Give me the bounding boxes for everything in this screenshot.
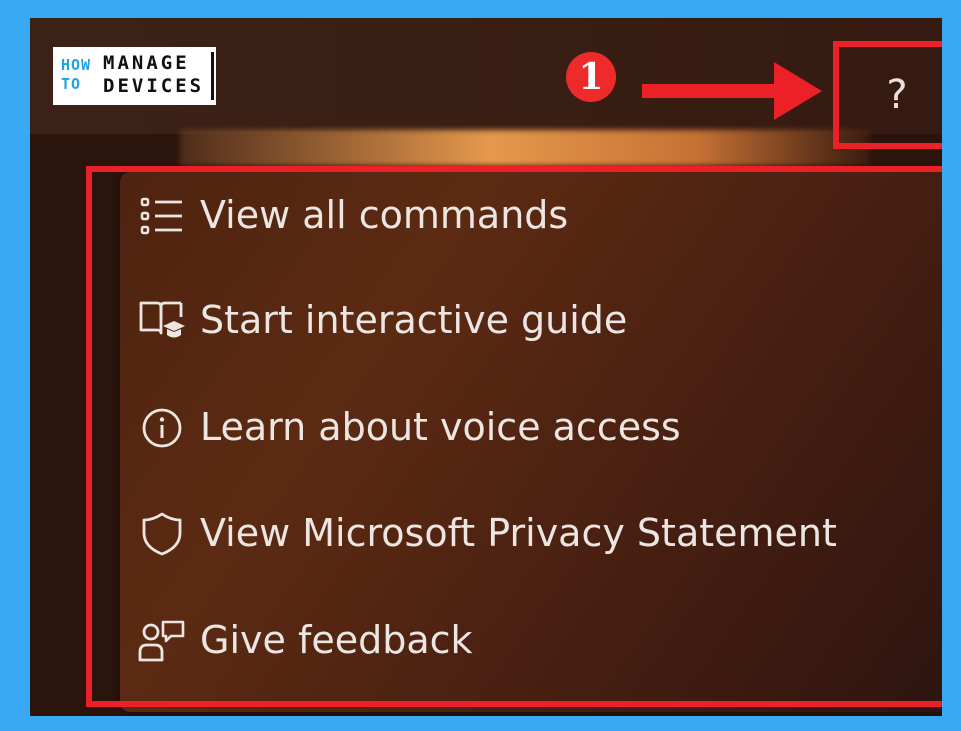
how-to-manage-devices-logo: HOW TO MANAGE DEVICES: [53, 47, 216, 105]
step-number-badge: 1: [566, 52, 616, 102]
logo-manage-text: MANAGE: [103, 52, 190, 74]
help-menu-highlight: [86, 166, 942, 707]
logo-how-text: HOW: [61, 56, 92, 74]
annotation-arrow-icon: [642, 62, 822, 120]
logo-how-to: HOW TO: [61, 56, 95, 94]
logo-to-text: TO: [61, 75, 82, 93]
logo-devices-text: DEVICES: [103, 75, 205, 97]
help-button[interactable]: ?: [839, 47, 942, 143]
voice-access-window: HOW TO MANAGE DEVICES 1 ? View all comma…: [30, 18, 942, 716]
logo-manage-devices: MANAGE DEVICES: [103, 52, 214, 100]
toolbar-glow: [180, 130, 870, 166]
